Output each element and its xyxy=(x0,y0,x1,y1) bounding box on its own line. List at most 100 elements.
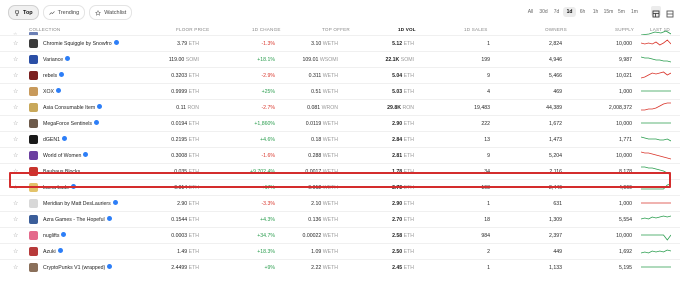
offer-unit: WETH xyxy=(322,41,338,47)
watchlist-star-icon[interactable]: ☆ xyxy=(13,200,18,207)
floor-price: 0.3203 ETH xyxy=(149,73,199,79)
watchlist-star-icon[interactable]: ☆ xyxy=(13,184,18,191)
range-1d[interactable]: 1d xyxy=(563,7,576,17)
watchlist-star-icon[interactable]: ☆ xyxy=(13,152,18,159)
range-all[interactable]: All xyxy=(524,7,537,17)
top-offer: 1.09 WETH xyxy=(282,249,338,255)
range-1m[interactable]: 1m xyxy=(628,7,641,17)
range-30d[interactable]: 30d xyxy=(537,7,550,17)
range-15m[interactable]: 15m xyxy=(602,7,615,17)
table-row[interactable]: ☆ nuglifts 0.0003 ETH +34.7% 0.00022 WETH 2.5… xyxy=(0,227,680,244)
table-row[interactable]: ☆ Asia Consumable Item 0.11 RON -2.7% 0.081 … xyxy=(0,99,680,116)
owners: 5,204 xyxy=(549,153,562,159)
watchlist-star-icon[interactable]: ☆ xyxy=(13,72,18,79)
table-row[interactable]: ☆ CryptoPunks V1 (wrapped) 2.4499 ETH +9% 2.… xyxy=(0,259,680,276)
table-row[interactable]: ☆ Variance 119.00 SOMI +18.1% 109.01 WSOMI 22… xyxy=(0,51,680,68)
volume-value: 5.12 xyxy=(392,41,403,47)
verified-badge-icon xyxy=(70,184,76,190)
top-offer: 0.51 WETH xyxy=(282,89,338,95)
collection-name[interactable]: Azuki xyxy=(43,248,63,255)
table-row[interactable]: ☆ XOX 0.9999 ETH +25% 0.51 WETH 5.03 ETH 4 469 1… xyxy=(0,83,680,100)
volume: 2.50 ETH xyxy=(364,249,414,255)
volume: 2.90 ETH xyxy=(364,121,414,127)
collection-name[interactable]: Bauhaus Blocks xyxy=(43,169,80,175)
sales: 9 xyxy=(487,73,490,79)
collection-name[interactable]: MegaForce Sentinels xyxy=(43,120,100,127)
offer-value: 0.51 xyxy=(311,89,322,95)
top-offer: 0.0017 WETH xyxy=(282,169,338,175)
owners: 2,824 xyxy=(549,41,562,47)
top-offer: 0.311 WETH xyxy=(282,73,338,79)
tab-trending[interactable]: Trending xyxy=(42,5,86,20)
sales: 222 xyxy=(481,121,490,127)
collection-name[interactable]: dGEN1 xyxy=(43,136,68,143)
collection-name[interactable]: Variance xyxy=(43,56,71,63)
watchlist-star-icon[interactable]: ☆ xyxy=(13,168,18,175)
sparkline-path xyxy=(641,215,671,220)
floor-change: -3.3% xyxy=(261,201,275,207)
table-row[interactable]: ☆ rebels 0.3203 ETH -2.9% 0.311 WETH 5.04 ETH… xyxy=(0,67,680,84)
range-6h[interactable]: 6h xyxy=(576,7,589,17)
table-row[interactable]: ☆ Bauhaus Blocks 0.035 ETH +9,702.4% 0.0017 … xyxy=(0,163,680,180)
table-row[interactable]: ☆ Azuki 1.49 ETH +18.3% 1.09 WETH 2.50 ETH 2 44… xyxy=(0,243,680,260)
owners: 4,946 xyxy=(549,57,562,63)
collection-name[interactable]: Azra Games - The Hopeful xyxy=(43,216,112,223)
floor-unit: ETH xyxy=(188,73,199,79)
collection-name[interactable]: World of Women xyxy=(43,152,89,159)
floor-unit: ETH xyxy=(188,201,199,207)
watchlist-star-icon[interactable]: ☆ xyxy=(13,248,18,255)
volume: 5.03 ETH xyxy=(364,89,414,95)
collection-name[interactable]: Meridian by Matt DesLauriers xyxy=(43,200,118,207)
collection-name[interactable]: rebels xyxy=(43,72,65,79)
table-row[interactable]: ☆ dGEN1 0.2195 ETH +4.6% 0.18 WETH 2.84 ETH 13… xyxy=(0,131,680,148)
top-offer: 0.0119 WETH xyxy=(282,121,338,127)
collection-name[interactable]: nuglifts xyxy=(43,232,67,239)
watchlist-star-icon[interactable]: ☆ xyxy=(13,104,18,111)
sparkline xyxy=(641,234,671,241)
sales: 984 xyxy=(481,233,490,239)
tab-watchlist[interactable]: Watchlist xyxy=(89,5,133,20)
sparkline xyxy=(641,39,671,46)
table-row[interactable]: ☆ Chromie Squiggle by Snowfro 3.79 ETH -1.3… xyxy=(0,35,680,52)
table-view-button[interactable] xyxy=(651,6,661,18)
sales: 1 xyxy=(487,41,490,47)
table-row[interactable]: ☆ World of Women 0.3008 ETH -1.6% 0.288 WETH… xyxy=(0,147,680,164)
table-row[interactable]: ☆ MegaForce Sentinels 0.0194 ETH +1,860% 0.0… xyxy=(0,115,680,132)
collection-name-text: Lama Lads xyxy=(43,185,69,191)
floor-value: 0.0003 xyxy=(171,233,188,239)
list-view-button[interactable] xyxy=(665,6,675,18)
sparkline xyxy=(641,90,671,92)
table-row[interactable]: ☆ Meridian by Matt DesLauriers 2.90 ETH -3.… xyxy=(0,195,680,212)
collection-name[interactable]: Chromie Squiggle by Snowfro xyxy=(43,40,119,47)
sparkline-path xyxy=(641,249,671,254)
floor-price: 0.0003 ETH xyxy=(149,233,199,239)
floor-change: +4.3% xyxy=(260,217,275,223)
collection-thumbnail xyxy=(29,151,38,160)
sales: 199 xyxy=(481,57,490,63)
trending-icon xyxy=(48,10,55,16)
collection-name-text: XOX xyxy=(43,89,54,95)
collection-name[interactable]: Asia Consumable Item xyxy=(43,104,103,111)
watchlist-star-icon[interactable]: ☆ xyxy=(13,120,18,127)
range-7d[interactable]: 7d xyxy=(550,7,563,17)
watchlist-star-icon[interactable]: ☆ xyxy=(13,56,18,63)
watchlist-star-icon[interactable]: ☆ xyxy=(13,40,18,47)
table-row[interactable]: ☆ Lama Lads 0.014 ETH +17% 0.012 WETH 2.73 ET… xyxy=(0,179,680,196)
watchlist-star-icon[interactable]: ☆ xyxy=(13,232,18,239)
watchlist-star-icon[interactable]: ☆ xyxy=(13,264,18,271)
collection-name[interactable]: XOX xyxy=(43,88,61,95)
supply: 1,000 xyxy=(619,201,632,207)
tab-top[interactable]: Top xyxy=(8,5,39,20)
watchlist-star-icon[interactable]: ☆ xyxy=(13,88,18,95)
volume-unit: ETH xyxy=(403,121,414,127)
watchlist-star-icon[interactable]: ☆ xyxy=(13,136,18,143)
table-row[interactable]: ☆ Azra Games - The Hopeful 0.1544 ETH +4.3%… xyxy=(0,211,680,228)
collection-name[interactable]: CryptoPunks V1 (wrapped) xyxy=(43,264,113,271)
sparkline xyxy=(641,71,671,79)
range-1h[interactable]: 1h xyxy=(589,7,602,17)
range-5m[interactable]: 5m xyxy=(615,7,628,17)
watchlist-star-icon[interactable]: ☆ xyxy=(13,216,18,223)
owners: 1,672 xyxy=(549,121,562,127)
collection-name[interactable]: Lama Lads xyxy=(43,184,76,191)
offer-value: 3.10 xyxy=(311,41,322,47)
